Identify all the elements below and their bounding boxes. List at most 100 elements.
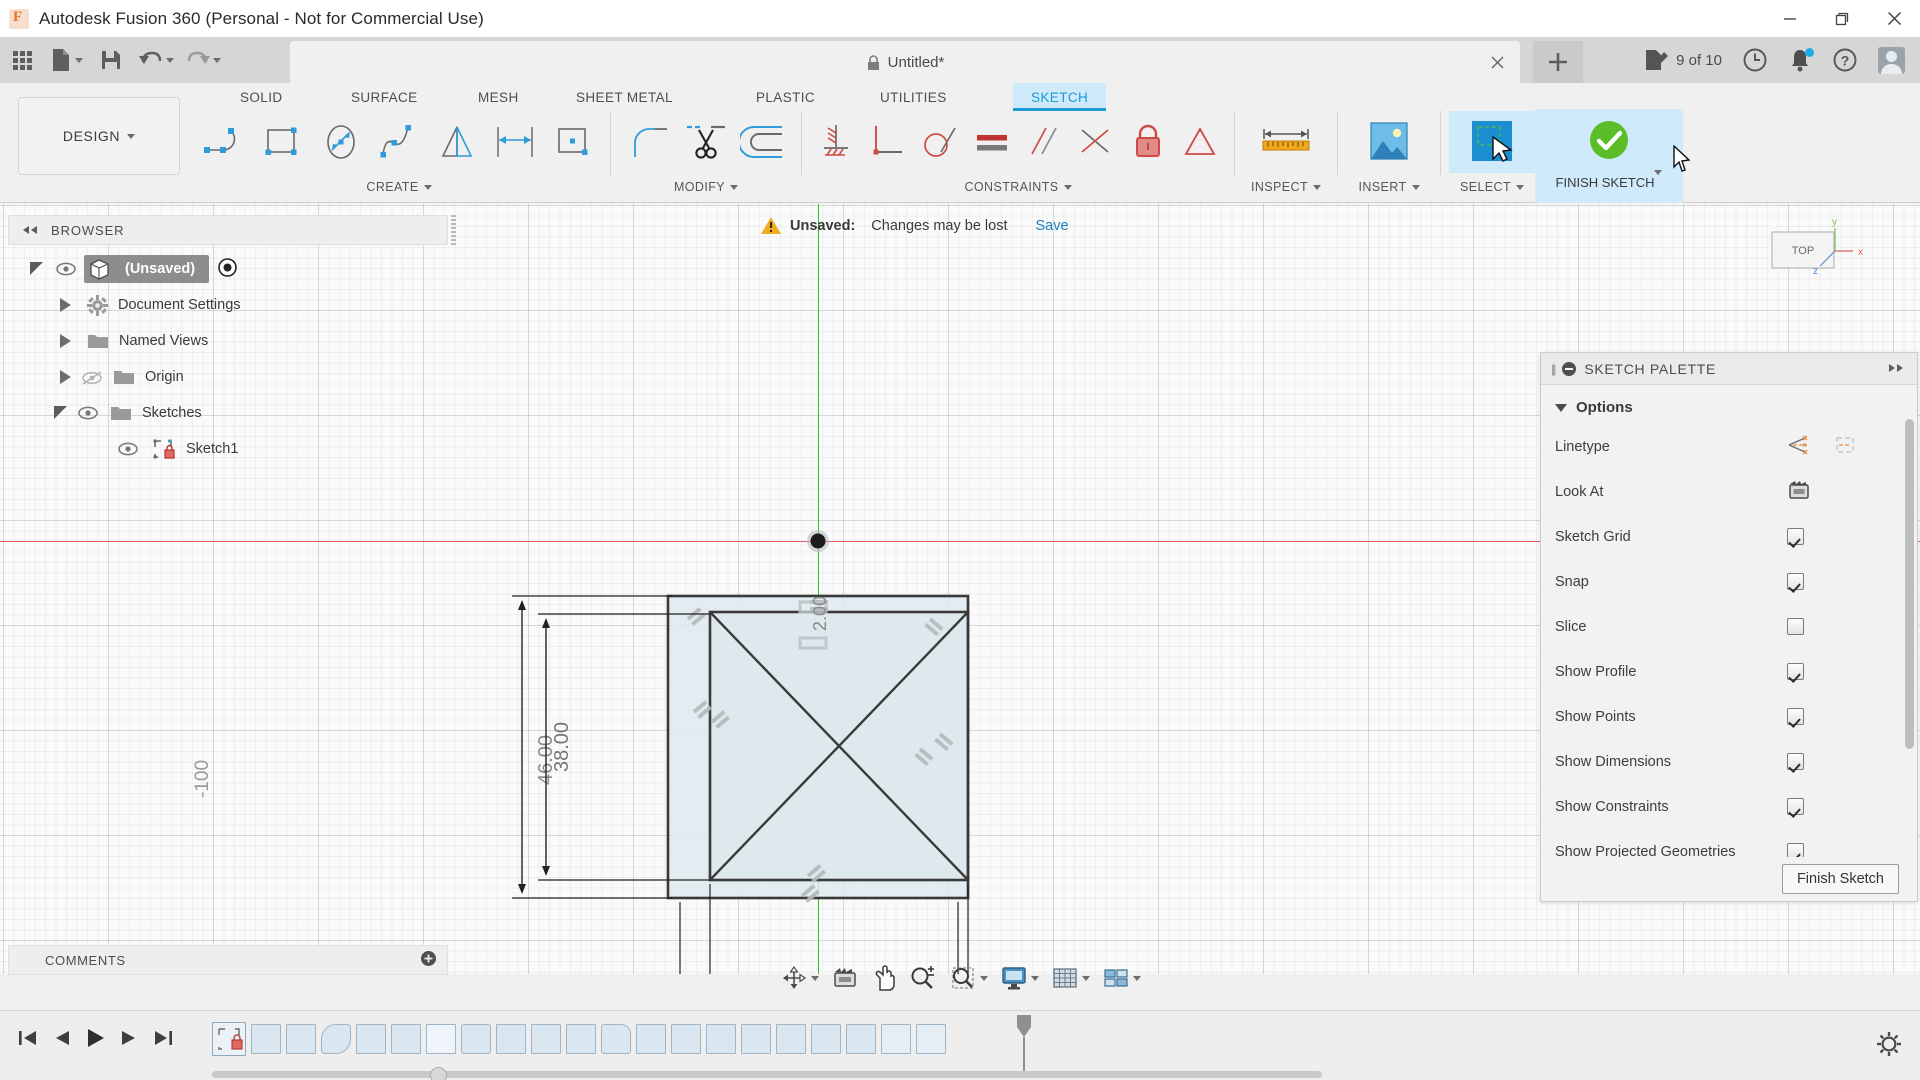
document-tab[interactable]: Untitled* (290, 41, 1520, 83)
nav-zoom-button[interactable] (904, 959, 942, 997)
tab-surface[interactable]: SURFACE (333, 83, 436, 111)
comments-panel-header[interactable]: COMMENTS (8, 945, 448, 975)
timeline-item[interactable] (706, 1024, 736, 1054)
tool-circle[interactable] (312, 111, 370, 173)
tab-sketch[interactable]: SKETCH (1013, 83, 1107, 111)
tree-item-origin[interactable]: Origin (8, 359, 448, 395)
browser-resize-handle[interactable] (451, 215, 456, 245)
tool-line[interactable] (196, 111, 254, 173)
centerline-linetype-icon[interactable] (1833, 434, 1857, 459)
tool-rectangular-pattern[interactable] (544, 111, 602, 173)
timeline-item[interactable] (776, 1024, 806, 1054)
add-comment-icon[interactable] (420, 950, 437, 970)
panel-insert-label[interactable]: INSERT (1358, 175, 1420, 199)
expander-icon[interactable] (60, 370, 71, 384)
show-constraints-checkbox[interactable] (1787, 798, 1804, 815)
tool-spline[interactable] (370, 111, 428, 173)
skip-to-end-button[interactable] (154, 1029, 173, 1050)
expand-right-icon[interactable] (1887, 362, 1907, 376)
visibility-eye-off-icon[interactable] (81, 370, 102, 385)
new-document-tab-button[interactable] (1533, 41, 1583, 83)
tool-parallel-constraint[interactable] (1018, 111, 1070, 173)
tool-mirror[interactable] (428, 111, 486, 173)
visibility-eye-icon[interactable] (56, 262, 76, 276)
tool-coincident-constraint[interactable] (1070, 111, 1122, 173)
undo-button[interactable] (133, 37, 180, 83)
panel-create-label[interactable]: CREATE (366, 175, 432, 199)
timeline-item[interactable] (426, 1024, 456, 1054)
timeline-item[interactable] (496, 1024, 526, 1054)
timeline-item[interactable] (251, 1024, 281, 1054)
tab-sheet-metal[interactable]: SHEET METAL (558, 83, 691, 111)
show-projected-geometries-checkbox[interactable] (1787, 843, 1804, 857)
nav-display-settings-button[interactable] (995, 959, 1044, 997)
panel-inspect-label[interactable]: INSPECT (1251, 175, 1321, 199)
nav-look-at-button[interactable] (826, 959, 864, 997)
tool-fillet[interactable] (619, 111, 677, 173)
maximize-restore-button[interactable] (1816, 0, 1868, 37)
close-button[interactable] (1868, 0, 1920, 37)
expander-icon[interactable] (60, 334, 71, 348)
nav-pan-button[interactable] (866, 959, 902, 997)
panel-select-label[interactable]: SELECT (1460, 175, 1525, 199)
timeline-item[interactable] (881, 1024, 911, 1054)
construction-linetype-icon[interactable] (1787, 434, 1811, 459)
app-grid-button[interactable] (0, 37, 44, 83)
tab-plastic[interactable]: PLASTIC (738, 83, 833, 111)
tool-perpendicular-constraint[interactable] (862, 111, 914, 173)
show-points-checkbox[interactable] (1787, 708, 1804, 725)
panel-constraints-label[interactable]: CONSTRAINTS (965, 175, 1072, 199)
tree-item-sketches[interactable]: Sketches (8, 395, 448, 431)
tool-offset[interactable] (735, 111, 793, 173)
timeline-item[interactable] (286, 1024, 316, 1054)
workspace-selector[interactable]: DESIGN (18, 97, 180, 175)
tool-fix-unfix[interactable] (1122, 111, 1174, 173)
job-status-button[interactable] (1733, 37, 1777, 83)
tool-sketch-dimension[interactable] (486, 111, 544, 173)
sketch-grid-checkbox[interactable] (1787, 528, 1804, 545)
tab-utilities[interactable]: UTILITIES (862, 83, 965, 111)
document-tab-close-button[interactable] (1488, 53, 1506, 71)
timeline-item[interactable] (811, 1024, 841, 1054)
play-button[interactable] (86, 1028, 105, 1051)
tree-item-document-settings[interactable]: Document Settings (8, 287, 448, 323)
timeline-item[interactable] (531, 1024, 561, 1054)
redo-button[interactable] (180, 37, 227, 83)
tree-item-sketch1[interactable]: Sketch1 (8, 431, 448, 467)
tool-symmetry-constraint[interactable] (1174, 111, 1226, 173)
timeline-item[interactable] (671, 1024, 701, 1054)
timeline-item[interactable] (212, 1022, 246, 1056)
timeline-item[interactable] (461, 1024, 491, 1054)
palette-scrollbar[interactable] (1905, 419, 1914, 749)
tool-equal-constraint[interactable] (966, 111, 1018, 173)
grip-icon[interactable]: ||| (1551, 362, 1557, 376)
save-button[interactable] (89, 37, 133, 83)
dimension-vertical-outer[interactable]: 46.00 (512, 595, 672, 899)
expander-icon[interactable] (60, 298, 71, 312)
panel-modify-label[interactable]: MODIFY (674, 175, 738, 199)
snap-checkbox[interactable] (1787, 573, 1804, 590)
options-section-header[interactable]: Options (1541, 385, 1917, 424)
tool-tangent-constraint[interactable] (914, 111, 966, 173)
collapse-left-icon[interactable] (21, 223, 39, 238)
timeline-item[interactable] (566, 1024, 596, 1054)
step-forward-button[interactable] (121, 1029, 138, 1050)
save-link[interactable]: Save (1036, 218, 1069, 234)
panel-finish-sketch-label[interactable]: FINISH SKETCH (1556, 170, 1663, 190)
timeline-item[interactable] (356, 1024, 386, 1054)
slice-checkbox[interactable] (1787, 618, 1804, 635)
sketch-origin-point[interactable] (810, 533, 826, 549)
nav-zoom-window-button[interactable] (944, 959, 993, 997)
tool-horizontal-vertical-constraint[interactable] (810, 111, 862, 173)
visibility-eye-icon[interactable] (78, 406, 98, 420)
timeline-item[interactable] (846, 1024, 876, 1054)
timeline-item[interactable] (391, 1024, 421, 1054)
new-file-button[interactable] (44, 37, 89, 83)
tab-solid[interactable]: SOLID (222, 83, 301, 111)
panel-finish-sketch[interactable]: FINISH SKETCH (1535, 109, 1683, 203)
help-button[interactable]: ? (1823, 37, 1867, 83)
timeline-item[interactable] (321, 1024, 351, 1054)
edit-quota-button[interactable]: 9 of 10 (1635, 37, 1731, 83)
timeline-playhead[interactable] (1016, 1015, 1032, 1071)
tool-measure[interactable] (1243, 111, 1329, 173)
